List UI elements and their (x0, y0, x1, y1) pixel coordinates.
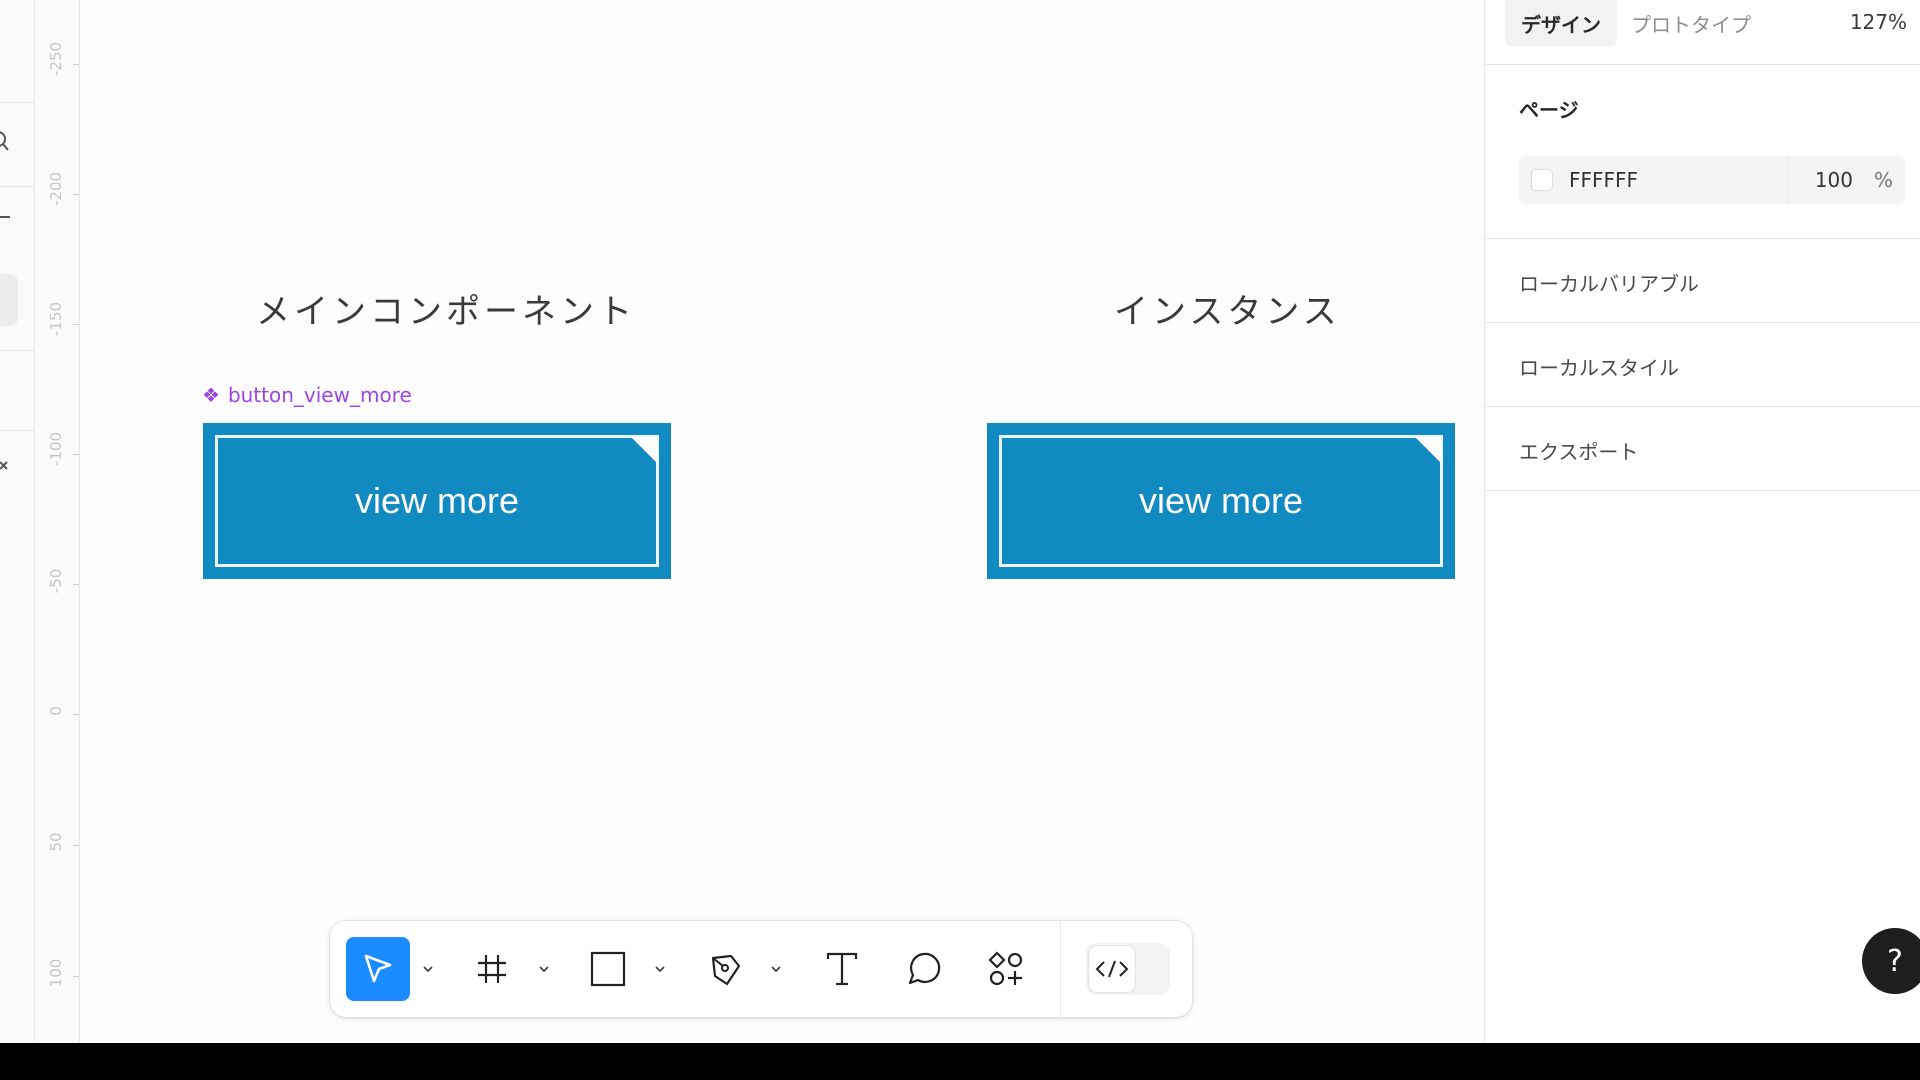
button-inner-frame: view more (999, 435, 1443, 567)
panel-divider (1485, 238, 1920, 239)
minus-icon[interactable] (0, 216, 10, 218)
component-icon: ❖ (202, 383, 220, 407)
page-color-field[interactable]: FFFFFF 100 % (1519, 156, 1905, 204)
dev-mode-knob (1088, 945, 1136, 993)
chevron-down-icon[interactable] (654, 963, 666, 975)
comment-tool[interactable] (892, 937, 956, 1001)
ruler-label: 0 (47, 706, 65, 716)
text-tool[interactable] (810, 937, 874, 1001)
bottom-toolbar (330, 921, 1192, 1017)
sidebar-divider (0, 350, 34, 351)
instance-button[interactable]: view more (987, 423, 1455, 579)
button-corner-fold (1415, 437, 1441, 463)
actions-tool[interactable] (974, 937, 1038, 1001)
pen-tool[interactable] (694, 937, 758, 1001)
component-name: button_view_more (227, 383, 412, 407)
ruler-label: 100 (47, 958, 65, 988)
instance-heading[interactable]: インスタンス (1114, 284, 1341, 333)
button-corner-fold (631, 437, 657, 463)
color-swatch[interactable] (1531, 169, 1553, 191)
percent-unit: % (1873, 168, 1893, 192)
export-section[interactable]: エクスポート (1519, 436, 1638, 465)
tab-design[interactable]: デザイン (1505, 0, 1617, 46)
ruler-label: 50 (47, 832, 65, 852)
sidebar-selected-item[interactable] (0, 274, 18, 326)
frame-icon (478, 955, 506, 983)
sidebar-divider (0, 186, 34, 187)
component-name-label[interactable]: ❖ button_view_more (202, 383, 412, 407)
hex-input[interactable]: FFFFFF (1569, 168, 1638, 192)
properties-panel: デザイン プロトタイプ 127% ページ FFFFFF 100 % ローカルバリ… (1484, 0, 1920, 1043)
chevron-down-icon[interactable] (422, 963, 434, 975)
page-section-title: ページ (1519, 98, 1579, 122)
panel-divider (1485, 406, 1920, 407)
rectangle-tool[interactable] (576, 937, 640, 1001)
actions-icon (988, 951, 1023, 986)
ruler-label: -100 (47, 431, 65, 466)
button-inner-frame: view more (215, 435, 659, 567)
ruler-label: -50 (47, 568, 65, 594)
left-sidebar (0, 0, 35, 1043)
help-button[interactable]: ? (1862, 928, 1920, 994)
main-component-button[interactable]: view more (203, 423, 671, 579)
panel-divider (1485, 490, 1920, 491)
move-tool[interactable] (346, 937, 410, 1001)
close-icon[interactable] (0, 458, 10, 478)
frame-tool[interactable] (460, 937, 524, 1001)
move-icon (364, 954, 392, 983)
panel-divider (1485, 322, 1920, 323)
chevron-down-icon[interactable] (770, 963, 782, 975)
comment-icon (908, 952, 941, 985)
chevron-down-icon[interactable] (538, 963, 550, 975)
rectangle-icon (590, 951, 626, 987)
text-icon (826, 952, 858, 986)
tab-prototype[interactable]: プロトタイプ (1615, 0, 1767, 46)
search-icon[interactable] (0, 130, 10, 158)
zoom-level[interactable]: 127% (1850, 10, 1907, 34)
sidebar-divider (0, 102, 34, 103)
button-label: view more (1138, 480, 1304, 521)
pen-icon (711, 954, 741, 986)
main-component-heading[interactable]: メインコンポーネント (256, 284, 636, 333)
toolbar-divider (1060, 921, 1061, 1017)
ruler-label: -150 (47, 301, 65, 336)
button-label: view more (354, 480, 520, 521)
sidebar-divider (0, 430, 34, 431)
dev-mode-toggle[interactable] (1086, 943, 1170, 995)
code-icon (1095, 960, 1129, 978)
local-styles-section[interactable]: ローカルスタイル (1519, 352, 1679, 381)
design-canvas[interactable]: メインコンポーネント インスタンス ❖ button_view_more vie… (80, 0, 1484, 1043)
bottom-black-bar (0, 1043, 1920, 1080)
ruler-label: -250 (47, 41, 65, 76)
ruler-label: -200 (47, 171, 65, 206)
local-variables-section[interactable]: ローカルバリアブル (1519, 268, 1699, 297)
opacity-input[interactable]: 100 (1815, 168, 1853, 192)
vertical-ruler: -250 -200 -150 -100 -50 0 50 100 (35, 0, 80, 1043)
panel-divider (1485, 64, 1920, 65)
